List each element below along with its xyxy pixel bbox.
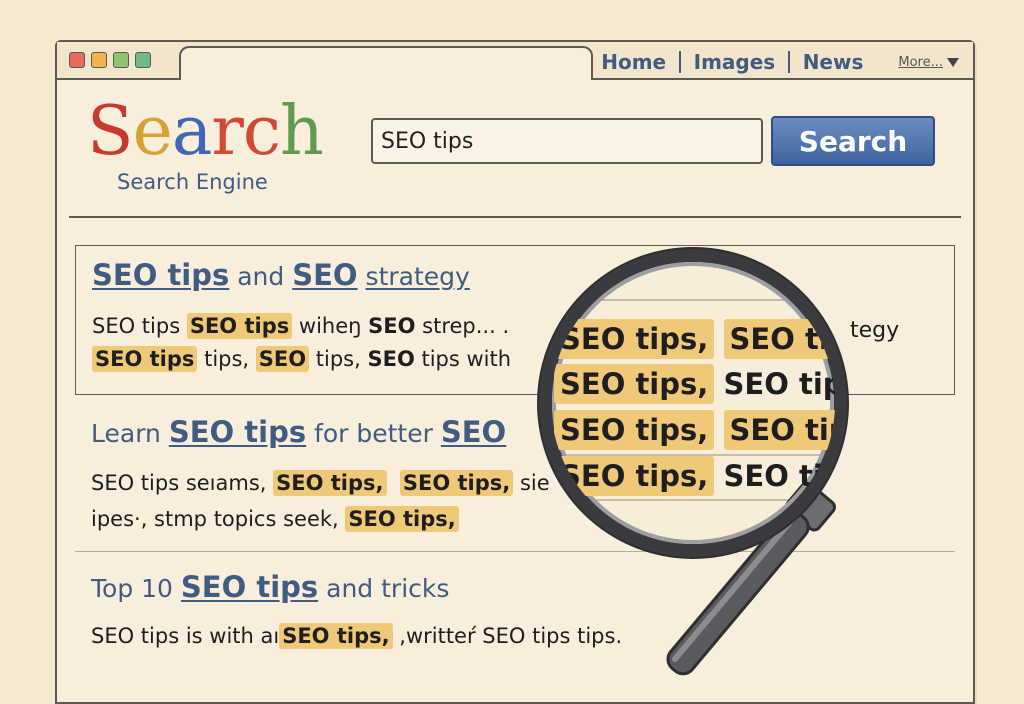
title-text: strategy (365, 262, 470, 291)
snippet-text: SEO tips is with aı (91, 624, 280, 648)
window-controls (69, 52, 151, 68)
snippet-text: sie (513, 471, 550, 495)
title-keyword: SEO (292, 258, 358, 292)
title-text: Learn (91, 419, 161, 448)
title-keyword: SEO (440, 415, 507, 449)
logo-letter: r (211, 92, 244, 171)
title-keyword: SEO tips (180, 570, 319, 604)
result-snippet-line: SEO tips tips, SEO tips, SEO tips with (92, 346, 512, 372)
search-result: SEO tips and SEO strategy SEO tips SEO t… (75, 245, 955, 395)
search-input[interactable] (371, 118, 763, 164)
result-snippet-line: SEO tips is with aı SEO tips, ,writteŕ SE… (91, 623, 623, 649)
keyword-highlight: SEO tips, (273, 470, 387, 496)
keyword-highlight: SEO tips, (279, 623, 393, 649)
browser-tab[interactable] (179, 46, 593, 80)
search-result: Learn SEO tips for better SEO SEO tips s… (75, 395, 955, 552)
title-text: and (237, 262, 285, 291)
logo-letter: h (280, 92, 324, 171)
logo-wordmark: Search (87, 96, 347, 168)
snippet-text: SEO tips seıams, (91, 471, 274, 495)
nav-images-link[interactable]: Images (681, 50, 789, 74)
header-divider (69, 216, 961, 218)
snippet-text: ,writteŕ SEO tips tips. (392, 624, 623, 648)
title-keyword: SEO tips (168, 415, 307, 449)
snippet-text: tips, (309, 347, 368, 371)
keyword-highlight: SEO tips, (399, 470, 514, 496)
snippet-bold: SEO (368, 314, 416, 338)
result-title-link[interactable]: Learn SEO tips for better SEO (91, 415, 506, 449)
lens-edge-text: tegy (850, 318, 900, 343)
snippet-text: tips with (414, 347, 512, 371)
title-text: for better (314, 419, 433, 448)
minimize-window-button[interactable] (91, 52, 107, 68)
result-snippet-line: SEO tips SEO tips wiheŋ SEO strep... . (92, 313, 510, 339)
keyword-highlight: SEO tips (92, 346, 198, 372)
keyword-highlight: SEO tips, (345, 506, 459, 532)
snippet-text: tips, (197, 347, 256, 371)
title-text: Top 10 (91, 574, 173, 603)
logo-letter: a (171, 92, 213, 171)
logo-subtitle: Search Engine (117, 170, 268, 194)
snippet-text: SEO tips (92, 314, 187, 338)
title-bar: Home Images News More... (57, 42, 973, 80)
nav-news-link[interactable]: News (790, 50, 877, 74)
browser-window: Home Images News More... Search Search E… (55, 40, 975, 704)
result-snippet-line: ipes·, stmp topics seek, SEO tips, (91, 506, 459, 532)
keyword-highlight: SEO tips (186, 313, 293, 339)
nav-more-menu[interactable]: More... (876, 55, 963, 70)
snippet-bold: SEO (367, 347, 415, 371)
search-button[interactable]: Search (771, 116, 935, 166)
keyword-highlight: SEO (255, 346, 310, 372)
results-list: SEO tips and SEO strategy SEO tips SEO t… (75, 245, 955, 692)
result-snippet-line: SEO tips seıams, SEO tips, SEO tips, sie (91, 470, 550, 496)
snippet-text: strep... . (415, 314, 510, 338)
result-title-link[interactable]: SEO tips and SEO strategy (92, 258, 470, 292)
maximize-window-button[interactable] (113, 52, 129, 68)
result-title-link[interactable]: Top 10 SEO tips and tricks (91, 570, 449, 604)
logo-letter: S (87, 92, 134, 171)
nav-more-label: More... (898, 54, 943, 70)
nav-home-link[interactable]: Home (588, 50, 679, 74)
chevron-down-icon (947, 57, 959, 67)
close-window-button[interactable] (69, 52, 85, 68)
extra-window-button[interactable] (135, 52, 151, 68)
title-text: and tricks (326, 574, 450, 603)
title-keyword: SEO tips (92, 258, 230, 292)
search-logo[interactable]: Search Search Engine (87, 96, 347, 195)
snippet-text: wiheŋ (292, 314, 369, 338)
search-result: Top 10 SEO tips and tricks SEO tips is w… (75, 552, 955, 692)
logo-letter: e (132, 92, 173, 171)
logo-letter: c (242, 92, 281, 171)
snippet-text: ipes·, stmp topics seek, (91, 507, 346, 531)
top-nav: Home Images News More... (588, 50, 963, 74)
